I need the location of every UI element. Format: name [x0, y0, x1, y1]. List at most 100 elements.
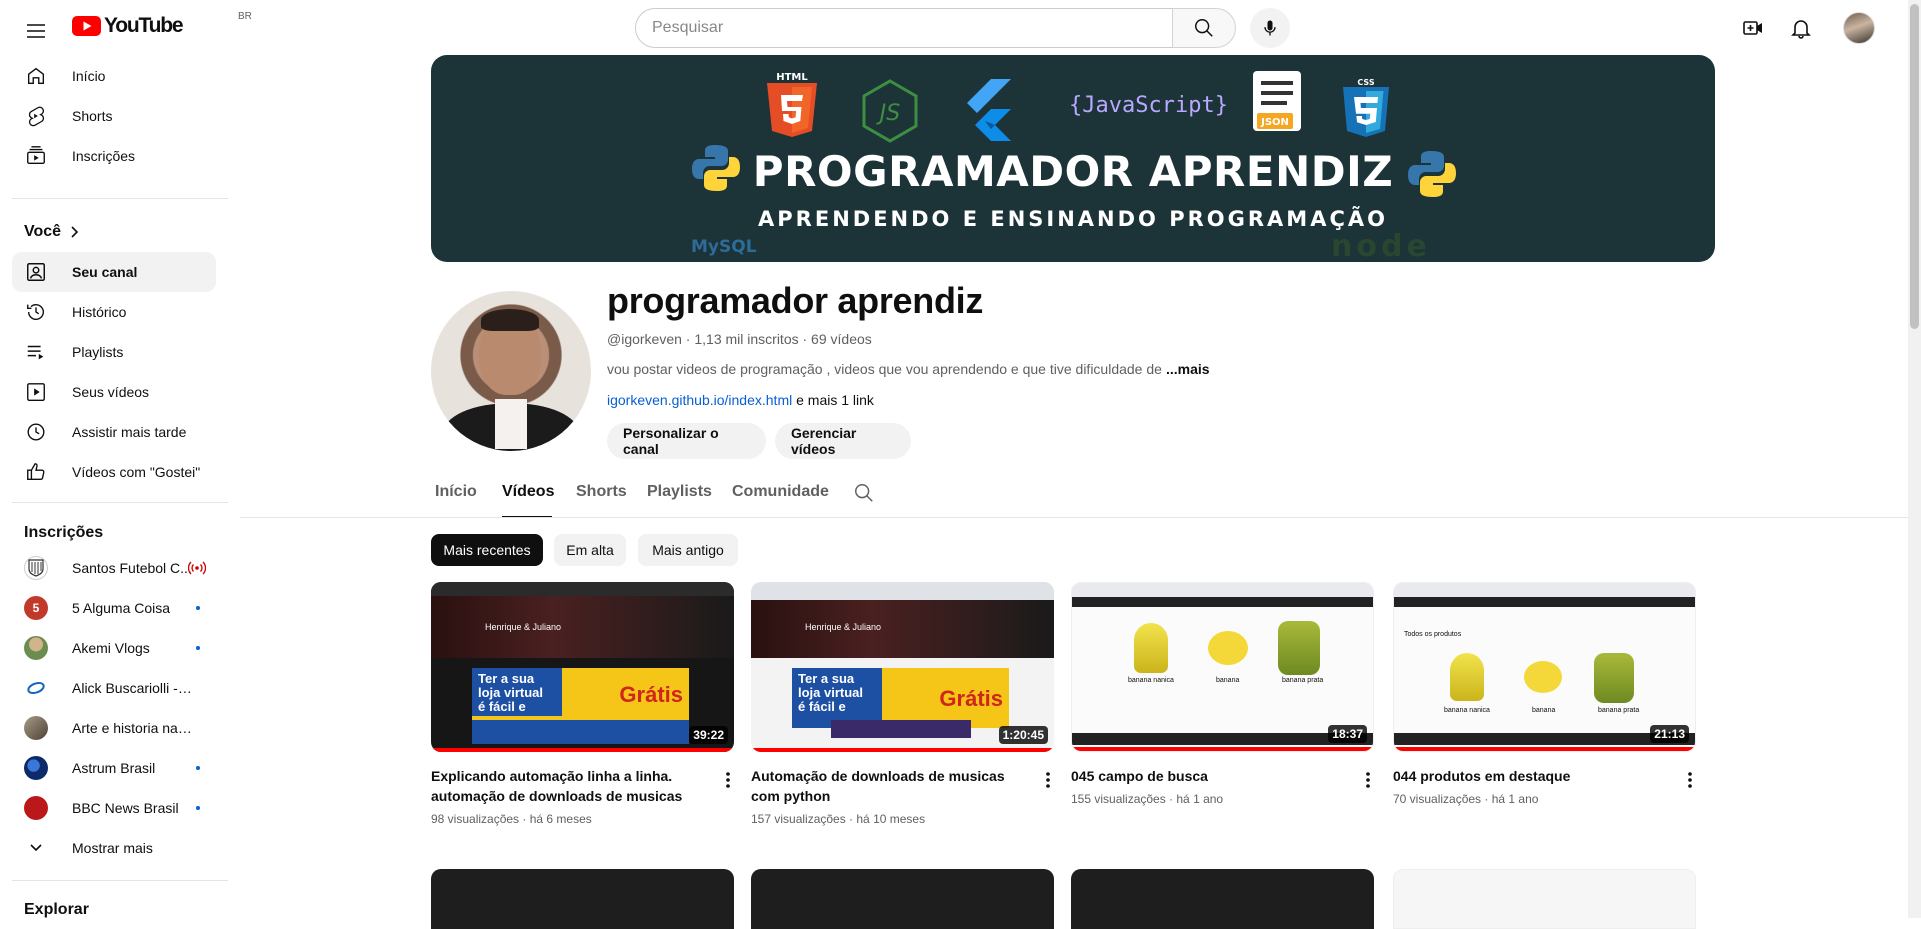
search-input[interactable]: [652, 19, 1172, 37]
you-heading[interactable]: Você: [24, 223, 81, 241]
new-content-dot: [196, 806, 200, 810]
chip-oldest[interactable]: Mais antigo: [638, 534, 738, 566]
sidebar-item-playlists[interactable]: Playlists: [12, 332, 216, 372]
thumb-heading: Todos os produtos: [1404, 631, 1461, 638]
customize-channel-button[interactable]: Personalizar o canal: [607, 423, 766, 459]
sidebar-subscription[interactable]: Santos Futebol C...: [12, 548, 216, 588]
more-vert-icon: [1366, 772, 1370, 788]
channel-avatar: [24, 556, 48, 580]
video-title[interactable]: Automação de downloads de musicas com py…: [751, 766, 1029, 806]
tab-videos[interactable]: Vídeos: [502, 483, 554, 501]
sidebar-item-your-channel[interactable]: Seu canal: [12, 252, 216, 292]
video-thumbnail[interactable]: Todos os produtos banana nanica banana b…: [1393, 582, 1696, 752]
video-title[interactable]: 045 campo de busca: [1071, 766, 1349, 786]
video-thumbnail[interactable]: Henrique & Juliano Ter a sua loja virtua…: [431, 582, 734, 752]
chip-latest[interactable]: Mais recentes: [431, 534, 543, 566]
video-menu-button[interactable]: [1036, 768, 1060, 792]
thumb-navbar: [1072, 597, 1373, 607]
channel-description[interactable]: vou postar videos de programação , video…: [607, 361, 1167, 377]
your-videos-icon: [24, 380, 48, 404]
more-vert-icon: [1046, 772, 1050, 788]
video-thumbnail[interactable]: [431, 869, 734, 929]
watch-progress-bar: [431, 748, 734, 752]
sidebar-item-subscriptions[interactable]: Inscrições: [12, 136, 216, 176]
create-button[interactable]: [1733, 8, 1773, 48]
page-scrollbar[interactable]: [1908, 0, 1921, 918]
tab-playlists[interactable]: Playlists: [647, 483, 712, 501]
new-content-dot: [196, 646, 200, 650]
logo-text: YouTube: [104, 14, 182, 38]
sidebar-item-home[interactable]: Início: [12, 56, 216, 96]
sidebar-item-your-videos[interactable]: Seus vídeos: [12, 372, 216, 412]
manage-videos-button[interactable]: Gerenciar vídeos: [775, 423, 911, 459]
microphone-icon: [1260, 18, 1280, 38]
sidebar-subscription[interactable]: Arte e historia na It...: [12, 708, 216, 748]
tab-community[interactable]: Comunidade: [732, 483, 829, 501]
sidebar-item-watch-later[interactable]: Assistir mais tarde: [12, 412, 216, 452]
chip-popular[interactable]: Em alta: [554, 534, 626, 566]
thumb-hero-title: Henrique & Juliano: [485, 622, 561, 632]
youtube-channel-page: YouTube BR Início Shorts: [0, 0, 1921, 918]
video-thumbnail[interactable]: [1393, 869, 1696, 929]
sidebar-item-label: Arte e historia na It...: [72, 720, 192, 736]
thumb-ad-promo: Grátis: [939, 686, 1003, 712]
video-title[interactable]: 044 produtos em destaque: [1393, 766, 1671, 786]
video-thumbnail[interactable]: Henrique & Juliano Ter a sua loja virtua…: [751, 582, 1054, 752]
sidebar-item-shorts[interactable]: Shorts: [12, 96, 216, 136]
video-meta: 155 visualizações · há 1 ano: [1071, 792, 1223, 806]
thumb-ad-promo: Grátis: [619, 682, 683, 708]
youtube-logo[interactable]: YouTube BR: [72, 14, 182, 38]
search-field[interactable]: [635, 8, 1173, 48]
notifications-button[interactable]: [1781, 8, 1821, 48]
youtube-play-icon: [72, 16, 101, 36]
video-thumbnail[interactable]: [751, 869, 1054, 929]
video-title[interactable]: Explicando automação linha a linha. auto…: [431, 766, 709, 806]
account-avatar[interactable]: [1843, 12, 1875, 44]
channel-avatar-large[interactable]: [431, 291, 591, 451]
sidebar-subscription[interactable]: 5 5 Alguma Coisa: [12, 588, 216, 628]
tab-shorts[interactable]: Shorts: [576, 483, 627, 501]
css-badge: CSS: [1357, 78, 1374, 87]
sidebar-item-label: Akemi Vlogs: [72, 640, 150, 656]
more-links-text[interactable]: e mais 1 link: [792, 392, 874, 408]
channel-search-button[interactable]: [853, 482, 877, 506]
tab-home[interactable]: Início: [435, 483, 477, 501]
voice-search-button[interactable]: [1250, 8, 1290, 48]
sidebar-subscription[interactable]: Akemi Vlogs: [12, 628, 216, 668]
thumb-ad-line2: loja virtual: [798, 686, 876, 700]
thumb-label: banana nanica: [1128, 677, 1174, 684]
video-menu-button[interactable]: [716, 768, 740, 792]
video-menu-button[interactable]: [1678, 768, 1702, 792]
channel-meta: @igorkeven · 1,13 mil inscritos · 69 víd…: [607, 331, 872, 347]
description-more-link[interactable]: ...mais: [1166, 361, 1210, 377]
sidebar-subscription[interactable]: BBC News Brasil: [12, 788, 216, 828]
search-icon: [1193, 17, 1215, 39]
scrollbar-thumb[interactable]: [1910, 4, 1919, 329]
sidebar-item-history[interactable]: Histórico: [12, 292, 216, 332]
sidebar-item-label: Inscrições: [72, 148, 135, 164]
thumb-ad-line1: Ter a sua: [798, 672, 876, 686]
shorts-icon: [24, 104, 48, 128]
thumb-product: [1594, 653, 1634, 703]
sidebar-subscription[interactable]: Astrum Brasil: [12, 748, 216, 788]
video-thumbnail[interactable]: [1071, 869, 1374, 929]
thumb-ad-left: Ter a sua loja virtual é fácil e: [792, 668, 882, 728]
channel-name: programador aprendiz: [607, 280, 983, 322]
thumb-footer: [831, 720, 971, 738]
sidebar-divider: [12, 198, 228, 199]
video-thumbnail[interactable]: banana nanica banana banana prata 18:37: [1071, 582, 1374, 752]
menu-button[interactable]: [16, 11, 56, 51]
sidebar-subscription[interactable]: Alick Buscariolli - Fl...: [12, 668, 216, 708]
nodejs-icon: JS: [861, 79, 919, 143]
search-button[interactable]: [1172, 8, 1236, 48]
show-more-button[interactable]: Mostrar mais: [12, 828, 216, 868]
bell-icon: [1789, 16, 1813, 40]
thumb-label: banana prata: [1598, 707, 1639, 714]
thumb-navbar: [1394, 597, 1695, 607]
html-badge: HTML: [776, 72, 808, 83]
sidebar-item-liked-videos[interactable]: Vídeos com "Gostei": [12, 452, 216, 492]
thumb-ad-line3: é fácil e: [478, 700, 556, 714]
video-menu-button[interactable]: [1356, 768, 1380, 792]
channel-link[interactable]: igorkeven.github.io/index.html: [607, 392, 792, 408]
new-content-dot: [196, 766, 200, 770]
